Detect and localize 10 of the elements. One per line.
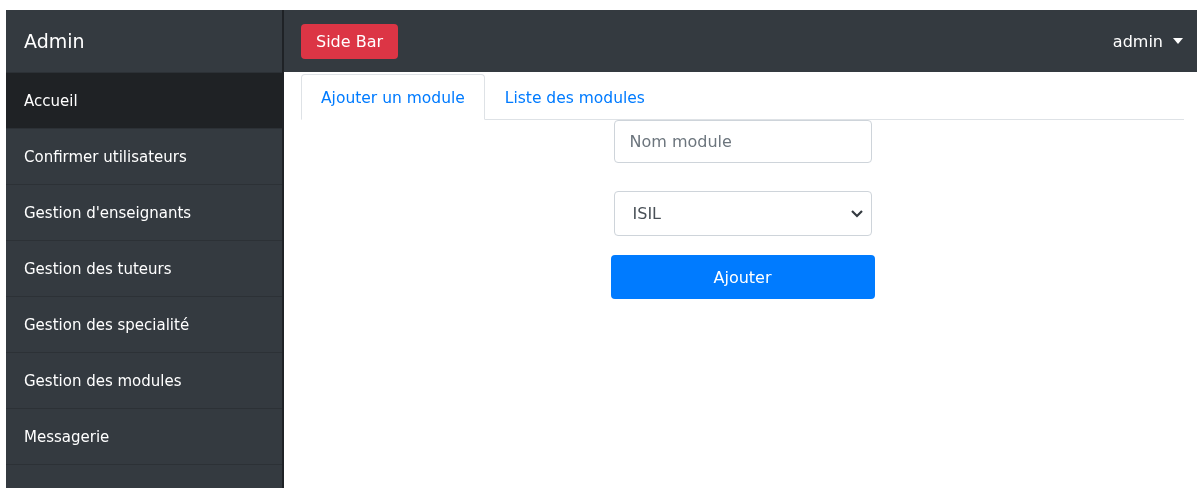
chevron-down-icon bbox=[850, 209, 863, 218]
tab[interactable]: Liste des modules bbox=[484, 74, 665, 120]
module-name-field[interactable]: Nom module bbox=[613, 120, 872, 163]
sidebar-toggle-button[interactable]: Side Bar bbox=[301, 23, 399, 59]
tab[interactable]: Ajouter un module bbox=[301, 74, 485, 120]
specialty-select[interactable]: ISIL bbox=[613, 191, 872, 236]
sidebar-item[interactable]: Accueil bbox=[6, 73, 282, 129]
add-button[interactable]: Ajouter bbox=[610, 255, 875, 299]
user-menu-button[interactable]: admin bbox=[1112, 31, 1183, 51]
caret-icon bbox=[1173, 38, 1183, 44]
